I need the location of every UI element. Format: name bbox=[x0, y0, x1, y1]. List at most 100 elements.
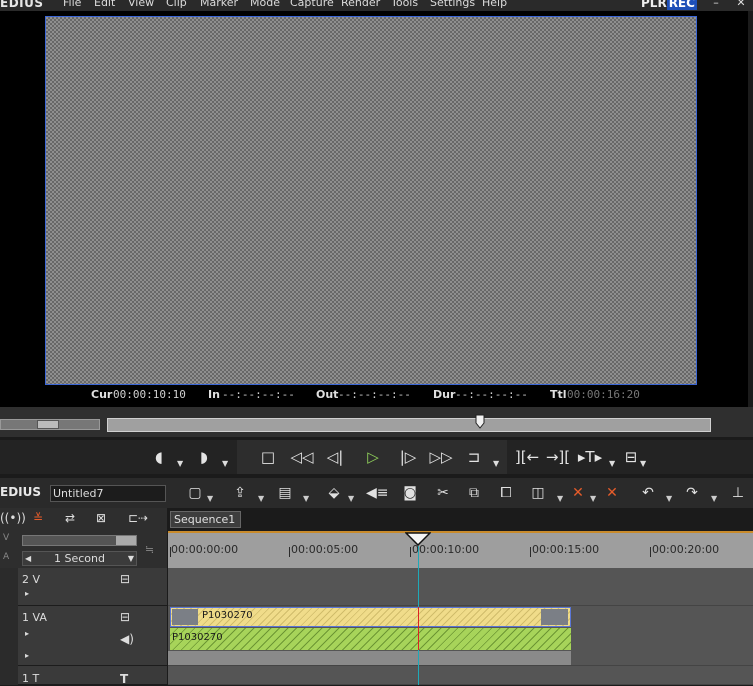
close-icon[interactable]: ✕ bbox=[735, 0, 747, 9]
expand-icon[interactable]: ▸ bbox=[25, 629, 29, 638]
timescale-select[interactable]: ◀ 1 Second ▼ bbox=[22, 551, 137, 566]
snapshot-icon[interactable]: ◙ bbox=[400, 483, 420, 503]
title-track-icon[interactable]: T bbox=[120, 672, 128, 686]
chevron-down-icon[interactable]: ▼ bbox=[590, 494, 596, 503]
menu-settings[interactable]: Settings bbox=[430, 0, 475, 9]
copy-icon[interactable]: ⧉ bbox=[464, 483, 484, 503]
chevron-down-icon[interactable]: ▼ bbox=[177, 459, 183, 468]
chevron-down-icon[interactable]: ▼ bbox=[222, 459, 228, 468]
redo-icon[interactable]: ↷ bbox=[682, 483, 702, 503]
overlap-icon[interactable]: ⊠ bbox=[96, 511, 106, 525]
rec-label[interactable]: REC bbox=[666, 0, 697, 10]
zoom-slider-knob[interactable] bbox=[116, 536, 136, 545]
new-sequence-icon[interactable]: ▢ bbox=[185, 483, 205, 503]
menu-marker[interactable]: Marker bbox=[200, 0, 238, 9]
menu-view[interactable]: View bbox=[128, 0, 154, 9]
track-lane-1t[interactable] bbox=[168, 666, 753, 685]
undo-icon[interactable]: ↶ bbox=[638, 483, 658, 503]
chevron-down-icon[interactable]: ▼ bbox=[609, 459, 615, 468]
chevron-left-icon[interactable]: ◀ bbox=[25, 552, 31, 565]
track-header-2v[interactable]: 2 V ⊟ ▸ bbox=[0, 568, 167, 606]
shuttle-knob[interactable] bbox=[37, 420, 59, 429]
menu-capture[interactable]: Capture bbox=[290, 0, 334, 9]
chevron-down-icon[interactable]: ▼ bbox=[128, 552, 134, 565]
chevron-down-icon[interactable]: ▼ bbox=[557, 494, 563, 503]
chevron-down-icon[interactable]: ▼ bbox=[348, 494, 354, 503]
delete-icon[interactable]: ✕ bbox=[568, 483, 588, 503]
loop-icon[interactable]: ⊐ bbox=[463, 446, 485, 468]
stop-icon[interactable]: □ bbox=[258, 446, 278, 468]
sync-icon[interactable]: ((•)) bbox=[0, 511, 26, 525]
track-header-1va[interactable]: 1 VA ⊟ ▸ ◀) ▸ bbox=[0, 606, 167, 666]
link-icon[interactable]: ⇄ bbox=[65, 511, 75, 525]
insert-to-timeline-icon[interactable]: ][← bbox=[514, 446, 540, 468]
in-timecode: --:--:--:-- bbox=[222, 388, 295, 401]
ruler-tick bbox=[289, 547, 290, 557]
chevron-down-icon[interactable]: ▼ bbox=[207, 494, 213, 503]
speaker-icon[interactable]: ◀) bbox=[120, 632, 134, 646]
track-select-column[interactable] bbox=[0, 568, 18, 606]
track-lane-2v[interactable] bbox=[168, 568, 753, 606]
chevron-down-icon[interactable]: ▼ bbox=[493, 459, 499, 468]
menu-render[interactable]: Render bbox=[341, 0, 380, 9]
chevron-down-icon[interactable]: ▼ bbox=[711, 494, 717, 503]
track-header-1t[interactable]: 1 T T bbox=[0, 666, 167, 686]
minimize-icon[interactable]: – bbox=[710, 0, 722, 9]
chevron-down-icon[interactable]: ▼ bbox=[666, 494, 672, 503]
overwrite-to-timeline-icon[interactable]: →][ bbox=[545, 446, 571, 468]
ruler-label: 00:00:15:00 bbox=[532, 543, 600, 556]
menu-edit[interactable]: Edit bbox=[94, 0, 115, 9]
menu-tools[interactable]: Tools bbox=[391, 0, 418, 9]
playhead-handle-icon[interactable] bbox=[405, 532, 431, 546]
step-back-icon[interactable]: ◁| bbox=[324, 446, 346, 468]
step-forward-icon[interactable]: |▷ bbox=[397, 446, 419, 468]
fast-forward-icon[interactable]: ▷▷ bbox=[427, 446, 455, 468]
out-label: Out bbox=[316, 388, 339, 401]
menu-clip[interactable]: Clip bbox=[166, 0, 187, 9]
scrub-handle-icon[interactable] bbox=[475, 414, 485, 430]
ripple-delete-icon[interactable]: ✕ bbox=[602, 483, 622, 503]
dur-label: Dur bbox=[433, 388, 456, 401]
preview-screen bbox=[45, 16, 697, 385]
cut-icon[interactable]: ✂ bbox=[433, 483, 453, 503]
video-track-icon[interactable]: ⊟ bbox=[120, 610, 130, 624]
set-in-icon[interactable]: ◖ bbox=[152, 446, 166, 468]
video-track-icon[interactable]: ⊟ bbox=[120, 572, 130, 586]
audio-marker-icon[interactable]: ◀≡ bbox=[366, 483, 389, 503]
plr-label[interactable]: PLR bbox=[641, 0, 667, 10]
replace-icon[interactable]: ◫ bbox=[528, 483, 548, 503]
expand-icon[interactable]: ▸ bbox=[25, 651, 29, 660]
rewind-icon[interactable]: ◁◁ bbox=[288, 446, 316, 468]
play-icon[interactable]: ▷ bbox=[362, 446, 384, 468]
track-select-column[interactable] bbox=[0, 666, 18, 685]
chevron-down-icon[interactable]: ▼ bbox=[258, 494, 264, 503]
chevron-down-icon[interactable]: ▼ bbox=[640, 459, 646, 468]
audio-label: A bbox=[3, 552, 10, 562]
cur-timecode: 00:00:10:10 bbox=[113, 388, 186, 401]
open-project-icon[interactable]: ⇪ bbox=[230, 483, 250, 503]
audio-clip[interactable] bbox=[170, 628, 571, 650]
in-out-icon[interactable]: ≚ bbox=[33, 511, 43, 525]
audio-waveform-area bbox=[168, 651, 571, 665]
chevron-down-icon[interactable]: ▼ bbox=[303, 494, 309, 503]
menu-mode[interactable]: Mode bbox=[250, 0, 280, 9]
save-icon[interactable]: ▤ bbox=[275, 483, 295, 503]
track-select-column[interactable] bbox=[0, 606, 18, 666]
ripple-icon[interactable]: ⊏⇢ bbox=[128, 511, 148, 525]
plr-rec-toggle[interactable]: PLR REC bbox=[641, 0, 697, 10]
tab-sequence1[interactable]: Sequence1 bbox=[170, 511, 241, 528]
tools-icon[interactable]: ⊟ bbox=[622, 446, 640, 468]
menu-help[interactable]: Help bbox=[482, 0, 507, 9]
expand-icon[interactable]: ▸ bbox=[25, 589, 29, 598]
menu-file[interactable]: File bbox=[63, 0, 81, 9]
position-scrubbar[interactable] bbox=[107, 418, 711, 432]
paste-icon[interactable]: ⧠ bbox=[496, 483, 516, 503]
marker-icon[interactable]: ⬙ bbox=[324, 483, 344, 503]
project-name-field[interactable]: Untitled7 bbox=[50, 485, 166, 502]
set-out-icon[interactable]: ◗ bbox=[197, 446, 211, 468]
trim-icon[interactable]: ▸T▸ bbox=[577, 446, 603, 468]
timecode-bar: Cur 00:00:10:10 In --:--:--:-- Out --:--… bbox=[0, 387, 748, 405]
fit-icon[interactable]: ≒ bbox=[145, 543, 154, 556]
tool-settings-icon[interactable]: ⊥ bbox=[728, 483, 748, 503]
menu-bar: EDIUS File Edit View Clip Marker Mode Ca… bbox=[0, 0, 753, 11]
